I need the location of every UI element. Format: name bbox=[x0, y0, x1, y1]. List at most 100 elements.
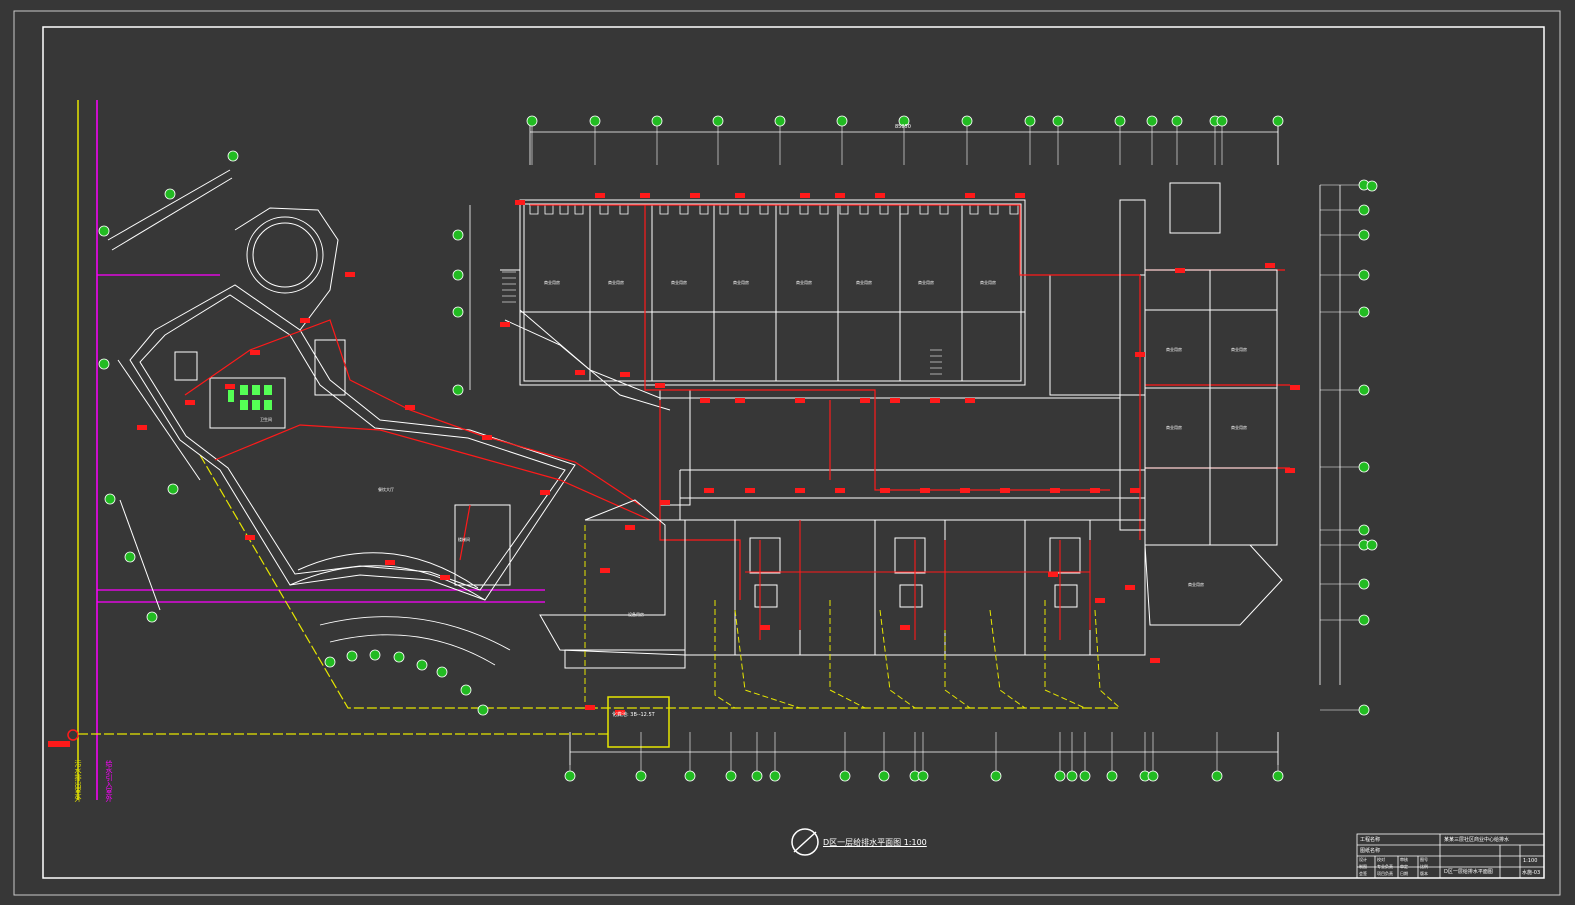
grid-axis-bubble bbox=[635, 770, 647, 782]
room-label: 商业用房 bbox=[856, 280, 872, 285]
pipe-tag bbox=[620, 372, 630, 377]
room-label: 商业用房 bbox=[608, 280, 624, 285]
pipe-tag bbox=[900, 625, 910, 630]
room-label: 设备用房 bbox=[628, 612, 644, 617]
grid-axis-bubble bbox=[436, 666, 448, 678]
room-label: 商业用房 bbox=[1166, 347, 1182, 352]
grid-axis-bubble bbox=[1272, 115, 1284, 127]
grid-axis-bubble bbox=[1358, 461, 1370, 473]
pipe-tag bbox=[1175, 268, 1185, 273]
outlet-tag bbox=[48, 741, 70, 747]
pipe-tag bbox=[965, 193, 975, 198]
grid-axis-bubble bbox=[346, 650, 358, 662]
grid-axis-bubble bbox=[917, 770, 929, 782]
pipe-tag bbox=[760, 625, 770, 630]
title-block-project-value: 某某三层社区商业中心给排水 bbox=[1444, 837, 1510, 843]
grid-axis-bubble bbox=[1211, 770, 1223, 782]
pipe-tag bbox=[920, 488, 930, 493]
grid-axis-bubble bbox=[167, 483, 179, 495]
title-block-cell: 校对 bbox=[1377, 857, 1385, 862]
grid-axis-bubble bbox=[1358, 269, 1370, 281]
grid-axis-bubble bbox=[564, 770, 576, 782]
grid-axis-bubble bbox=[1079, 770, 1091, 782]
pipe-tag bbox=[600, 568, 610, 573]
water-riser-label: 给水引入室外 bbox=[105, 760, 113, 802]
pipe-tag bbox=[795, 398, 805, 403]
pipe-tag bbox=[735, 193, 745, 198]
pipe-tag bbox=[1095, 598, 1105, 603]
septic-tank bbox=[607, 696, 670, 748]
pipe-tag bbox=[1130, 488, 1140, 493]
pipe-tag bbox=[575, 370, 585, 375]
pipe-tag bbox=[515, 200, 525, 205]
grid-axis-bubble bbox=[684, 770, 696, 782]
pipe-tag bbox=[960, 488, 970, 493]
grid-axis-bubble bbox=[725, 770, 737, 782]
pipe-tag bbox=[405, 405, 415, 410]
pipe-tag bbox=[1285, 468, 1295, 473]
title-block-cell: 项目负责 bbox=[1377, 871, 1393, 876]
grid-axis-bubble bbox=[146, 611, 158, 623]
grid-axis-bubble bbox=[98, 225, 110, 237]
room-label: 楼梯间 bbox=[458, 537, 470, 542]
pipe-tag bbox=[655, 383, 665, 388]
outlet-marker bbox=[67, 729, 79, 741]
room-label: 商业用房 bbox=[1166, 425, 1182, 430]
grid-axis-bubble bbox=[751, 770, 763, 782]
pipe-tag bbox=[890, 398, 900, 403]
pipe-tag bbox=[735, 398, 745, 403]
title-block-cell: 设计 bbox=[1359, 857, 1367, 862]
pipe-tag bbox=[965, 398, 975, 403]
pipe-tag bbox=[585, 705, 595, 710]
pipe-tag bbox=[185, 400, 195, 405]
pipe-tag bbox=[250, 350, 260, 355]
title-block-cell: 专业负责 bbox=[1377, 864, 1393, 869]
title-block-cell: 版本 bbox=[1420, 871, 1428, 876]
pipe-tag bbox=[640, 193, 650, 198]
title-block-cell: 审定 bbox=[1400, 864, 1408, 869]
pipe-tag bbox=[225, 384, 235, 389]
grid-axis-bubble bbox=[1052, 115, 1064, 127]
grid-axis-bubble bbox=[460, 684, 472, 696]
grid-axis-bubble bbox=[1106, 770, 1118, 782]
pipe-tag bbox=[660, 500, 670, 505]
grid-axis-bubble bbox=[227, 150, 239, 162]
title-block-scale: 1:100 bbox=[1523, 858, 1538, 864]
pipe-tag bbox=[1265, 263, 1275, 268]
grid-axis-bubble bbox=[1358, 229, 1370, 241]
grid-axis-bubble bbox=[393, 651, 405, 663]
grid-axis-bubble bbox=[1358, 384, 1370, 396]
pipe-tag bbox=[690, 193, 700, 198]
pipe-tag bbox=[1090, 488, 1100, 493]
inner-border bbox=[42, 26, 1545, 879]
room-label: 商业用房 bbox=[1231, 425, 1247, 430]
grid-axis-bubble bbox=[878, 770, 890, 782]
grid-axis-bubble bbox=[324, 656, 336, 668]
cad-drawing-canvas[interactable]: 污水排出室外 给水引入室外 化粪池: 3B--12.5T 85850 D区一层给… bbox=[0, 0, 1575, 905]
pipe-tag bbox=[1125, 585, 1135, 590]
grid-axis-bubble bbox=[651, 115, 663, 127]
grid-axis-bubble bbox=[1216, 115, 1228, 127]
pipe-tag bbox=[482, 435, 492, 440]
pipe-tag bbox=[835, 193, 845, 198]
grid-axis-bubble bbox=[1147, 770, 1159, 782]
grid-axis-bubble bbox=[452, 306, 464, 318]
title-block-cell: 日期 bbox=[1400, 871, 1408, 876]
grid-axis-bubble bbox=[769, 770, 781, 782]
grid-axis-bubble bbox=[369, 649, 381, 661]
grid-axis-bubble bbox=[836, 115, 848, 127]
title-block-drawing-label: 图纸名称 bbox=[1360, 848, 1381, 854]
grid-axis-bubble bbox=[526, 115, 538, 127]
grid-axis-bubble bbox=[1358, 614, 1370, 626]
grid-axis-bubble bbox=[452, 269, 464, 281]
pipe-tag bbox=[595, 193, 605, 198]
pipe-tag bbox=[800, 193, 810, 198]
room-label: 商业用房 bbox=[1188, 582, 1204, 587]
grid-axis-bubble bbox=[1358, 704, 1370, 716]
grid-axis-bubble bbox=[477, 704, 489, 716]
title-block-cell: 图号 bbox=[1420, 857, 1428, 862]
grid-axis-bubble bbox=[98, 358, 110, 370]
pipe-tag bbox=[345, 272, 355, 277]
grid-axis-bubble bbox=[124, 551, 136, 563]
pipe-tag bbox=[625, 525, 635, 530]
